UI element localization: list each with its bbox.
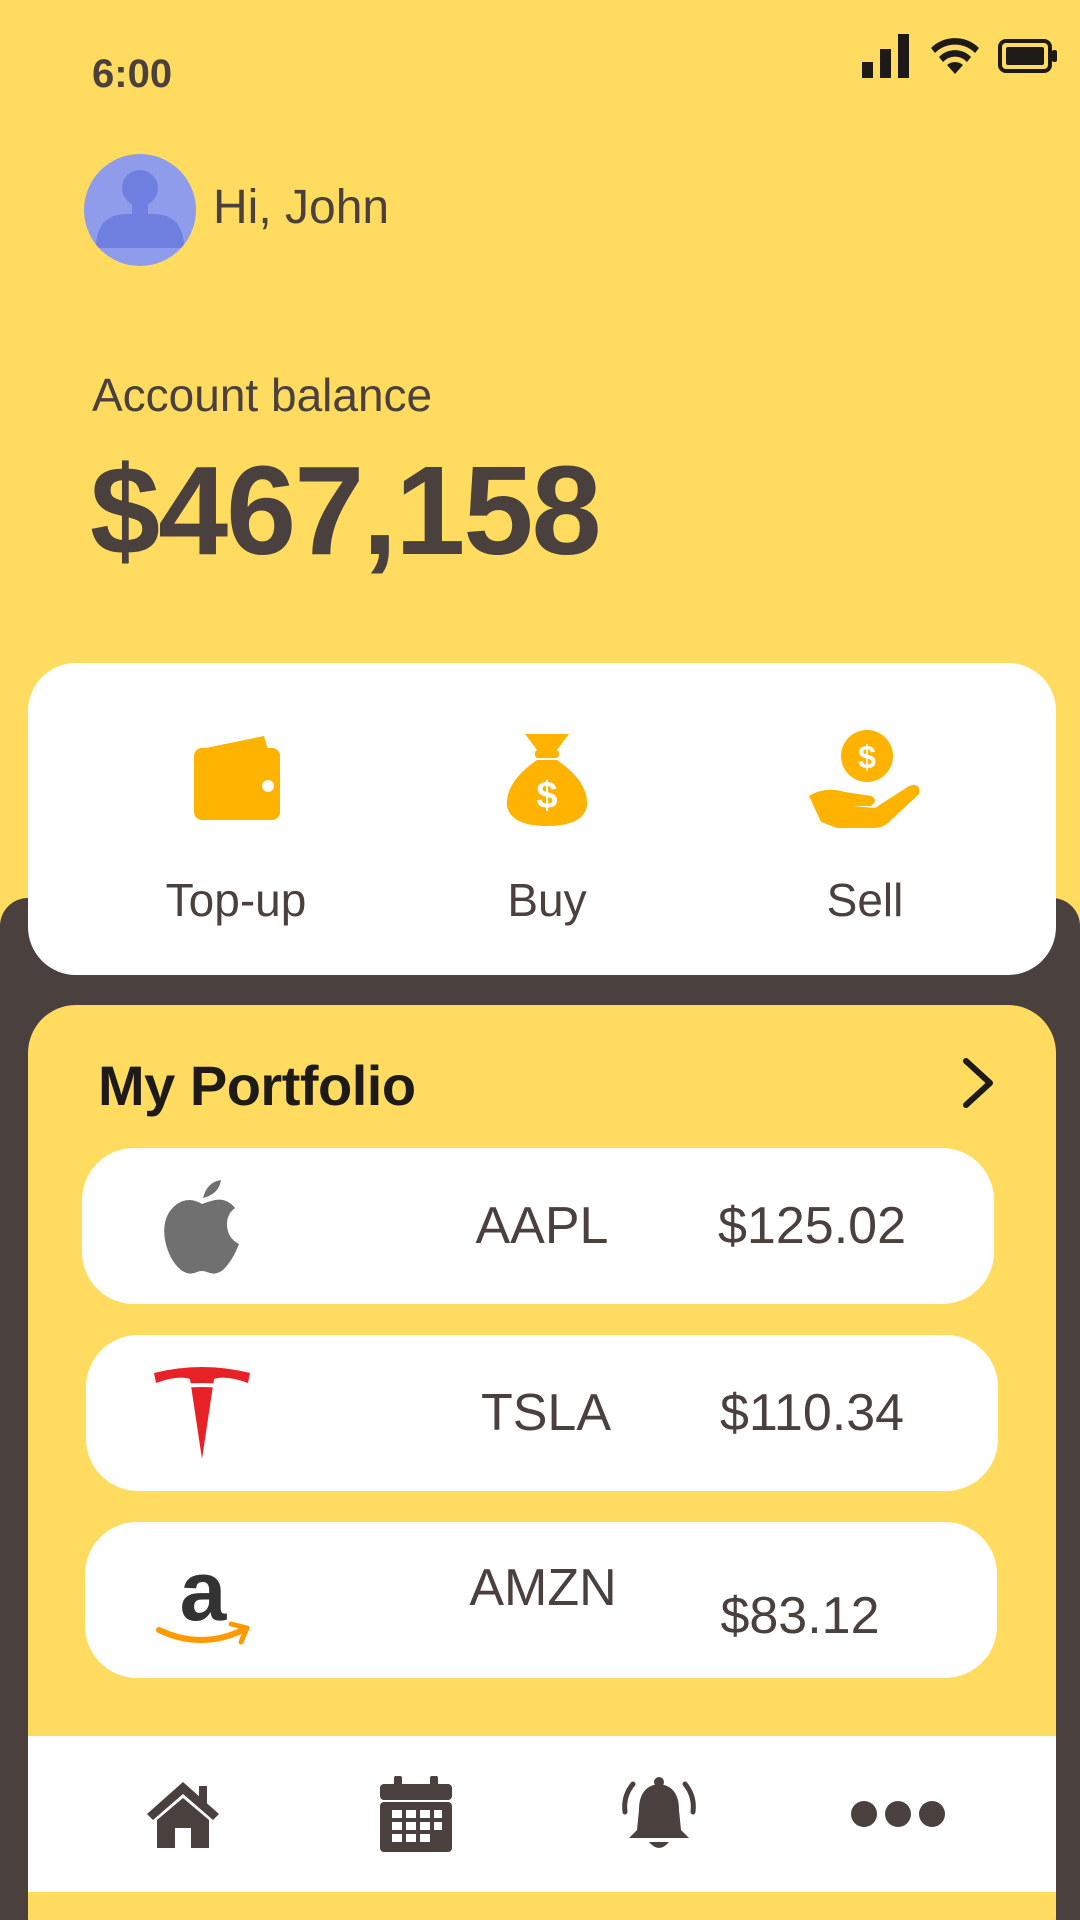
svg-text:$: $ xyxy=(858,739,876,775)
money-bag-icon: $ xyxy=(506,734,588,826)
avatar[interactable] xyxy=(84,154,196,266)
portfolio-more-button[interactable] xyxy=(958,1055,998,1116)
status-time: 6:00 xyxy=(92,52,173,96)
portfolio-title: My Portfolio xyxy=(98,1054,416,1117)
stock-ticker: TSLA xyxy=(480,1384,612,1442)
wallet-icon xyxy=(194,736,280,820)
svg-text:a: a xyxy=(180,1550,228,1638)
stock-price: $110.34 xyxy=(719,1384,905,1442)
amazon-logo: a xyxy=(151,1548,255,1652)
actions-card: Top-up $ Buy $ Sell xyxy=(28,663,1056,975)
stock-row-tsla[interactable]: TSLA $110.34 xyxy=(86,1335,998,1491)
sell-button[interactable]: $ Sell xyxy=(755,723,975,927)
stock-row-amzn[interactable]: a AMZN $83.12 xyxy=(85,1522,997,1678)
bottom-nav xyxy=(28,1736,1056,1892)
sell-label: Sell xyxy=(826,874,904,926)
svg-text:$: $ xyxy=(536,775,557,817)
nav-home[interactable] xyxy=(138,1774,228,1854)
nav-notifications[interactable] xyxy=(614,1774,704,1854)
stock-price: $83.12 xyxy=(720,1587,880,1645)
balance-label: Account balance xyxy=(92,369,433,421)
wifi-icon xyxy=(931,38,979,74)
chevron-right-icon xyxy=(963,1058,993,1108)
balance-value: $467,158 xyxy=(90,440,602,581)
buy-button[interactable]: $ Buy xyxy=(437,723,657,927)
signal-icon xyxy=(862,34,909,78)
app-screen: 6:00 Hi, John Account balance $467,158 T… xyxy=(0,0,1080,1920)
battery-icon xyxy=(998,39,1057,73)
stock-price: $125.02 xyxy=(718,1197,906,1255)
more-icon xyxy=(851,1801,945,1827)
bell-icon xyxy=(622,1777,696,1848)
topup-button[interactable]: Top-up xyxy=(126,723,346,927)
greeting: Hi, John xyxy=(213,181,390,234)
hand-coin-icon: $ xyxy=(809,730,920,828)
topup-label: Top-up xyxy=(165,874,307,926)
stock-row-aapl[interactable]: AAPL $125.02 xyxy=(82,1148,994,1304)
stock-ticker: AAPL xyxy=(475,1197,609,1255)
status-icons xyxy=(862,34,1058,78)
home-icon xyxy=(147,1782,219,1848)
buy-label: Buy xyxy=(507,874,587,926)
calendar-icon xyxy=(380,1776,452,1852)
apple-logo xyxy=(150,1174,254,1278)
tesla-logo xyxy=(150,1361,254,1465)
stock-ticker: AMZN xyxy=(469,1559,617,1617)
nav-calendar[interactable] xyxy=(371,1774,461,1854)
person-icon xyxy=(96,170,184,248)
nav-more[interactable] xyxy=(848,1774,948,1854)
